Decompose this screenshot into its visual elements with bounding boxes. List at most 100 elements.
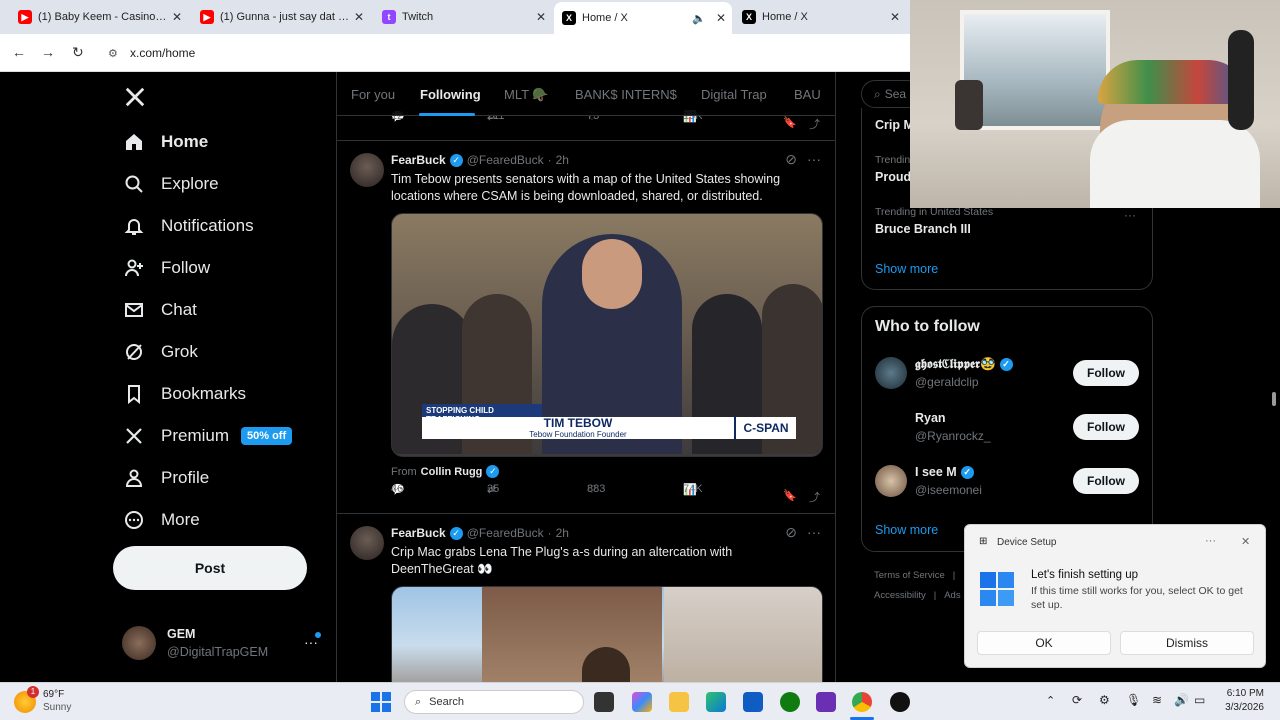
share-icon[interactable]: ⤴ [809, 116, 820, 132]
start-icon[interactable] [370, 691, 392, 713]
tray-icon[interactable]: ⚙ [1099, 693, 1110, 707]
grok-icon[interactable]: ⊘ [785, 151, 797, 168]
tab-bau[interactable]: BAU [794, 87, 821, 102]
ok-button[interactable]: OK [977, 631, 1111, 655]
tab-mlt[interactable]: MLT 🪖 [504, 87, 549, 103]
scrollbar-thumb[interactable] [1272, 392, 1276, 406]
tab-digital-trap[interactable]: Digital Trap [701, 87, 767, 102]
close-icon[interactable]: ✕ [354, 10, 364, 24]
x-logo[interactable] [124, 86, 146, 108]
microphone-icon[interactable]: 🎙 [1126, 693, 1141, 707]
trend-item[interactable]: Bruce Branch III [875, 222, 971, 236]
more-icon[interactable]: ··· [1205, 535, 1216, 547]
nav-notifications[interactable]: Notifications [124, 216, 254, 236]
scrollbar[interactable] [1268, 210, 1280, 682]
tweet[interactable]: FearBuck ✓ @FearedBuck · 2h ⊘ ··· Crip M… [337, 514, 835, 682]
close-icon[interactable]: ✕ [1241, 535, 1250, 548]
taskbar-search[interactable]: ⌕ Search [404, 690, 584, 714]
battery-icon[interactable]: ▭ [1194, 693, 1205, 707]
avatar[interactable] [350, 153, 384, 187]
nav-follow[interactable]: Follow [124, 258, 210, 278]
xbox-icon[interactable] [780, 692, 800, 712]
notification-body: If this time still works for you, select… [1031, 585, 1243, 611]
follow-button[interactable]: Follow [1073, 468, 1139, 494]
tweet-video[interactable] [391, 586, 823, 682]
tweet-video[interactable]: STOPPING CHILD TRAFFICKING TIM TEBOW Teb… [391, 213, 823, 457]
avatar[interactable] [875, 465, 907, 497]
task-view-icon[interactable] [594, 692, 614, 712]
weather-badge: 1 [27, 686, 39, 698]
more-icon[interactable]: ··· [1124, 208, 1136, 222]
back-arrow-icon[interactable]: ← [12, 44, 26, 60]
edge-icon[interactable] [706, 692, 726, 712]
nav-profile[interactable]: Profile [124, 468, 209, 488]
site-info-icon[interactable]: ⚙ [108, 47, 118, 60]
obs-icon[interactable] [890, 692, 910, 712]
follow-button[interactable]: Follow [1073, 414, 1139, 440]
copilot-icon[interactable] [632, 692, 652, 712]
trends-show-more[interactable]: Show more [875, 262, 938, 276]
more-icon[interactable]: ··· [807, 524, 821, 540]
tweet[interactable]: FearBuck ✓ @FearedBuck · 2h ⊘ ··· Tim Te… [337, 140, 835, 514]
avatar[interactable] [350, 526, 384, 560]
more-icon[interactable]: ··· [807, 151, 821, 167]
close-icon[interactable]: ✕ [536, 10, 546, 24]
suggested-user-name[interactable]: 𝖌𝖍𝖔𝖘𝖙ℭ𝖑𝖎𝖕𝖕𝖊𝖗🥸 ✓ [915, 357, 1013, 372]
post-button[interactable]: Post [113, 546, 307, 590]
follow-button[interactable]: Follow [1073, 360, 1139, 386]
share-icon[interactable]: ⤴ [809, 489, 820, 505]
speaker-icon[interactable]: 🔊 [1174, 693, 1189, 707]
bookmark-icon[interactable]: 🔖 [783, 489, 797, 502]
chyron-top: STOPPING CHILD TRAFFICKING [422, 404, 542, 424]
tab-for-you[interactable]: For you [351, 87, 395, 102]
verified-icon: ✓ [449, 526, 463, 540]
webcam-overlay [910, 0, 1280, 208]
nav-more[interactable]: More [124, 510, 200, 530]
nav-explore[interactable]: Explore [124, 174, 219, 194]
url-input[interactable]: ⚙ x.com/home [100, 40, 900, 66]
nav-premium[interactable]: Premium 50% off [124, 426, 293, 446]
nav-grok[interactable]: Grok [124, 342, 198, 362]
verified-icon: ✓ [486, 465, 500, 478]
forward-arrow-icon[interactable]: → [41, 44, 55, 60]
browser-tab-1[interactable]: ▶ (1) Baby Keem - Casino (INS ✕ [10, 4, 188, 30]
browser-tab-5[interactable]: X Home / X ✕ [734, 4, 906, 30]
close-icon[interactable]: ✕ [172, 10, 182, 24]
chevron-up-icon[interactable]: ⌃ [1046, 694, 1055, 707]
tab-following[interactable]: Following [420, 87, 481, 102]
wifi-icon[interactable]: ≋ [1152, 693, 1162, 707]
footer-links: Terms of Service | [874, 570, 956, 581]
clock-date[interactable]: 3/3/2026 [1212, 702, 1264, 713]
store-icon[interactable] [743, 692, 763, 712]
clock-time[interactable]: 6:10 PM [1218, 688, 1264, 699]
avatar[interactable] [122, 626, 156, 660]
suggested-user-name[interactable]: I see M ✓ [915, 465, 974, 479]
file-explorer-icon[interactable] [669, 692, 689, 712]
weather-temp[interactable]: 69°F [43, 689, 64, 700]
prev-tweet-actions: 💬 12 ⇄ 211 ♡ 73 📊 13K 🔖 ⤴ [391, 110, 820, 132]
close-icon[interactable]: ✕ [890, 10, 900, 24]
chrome-icon[interactable] [852, 692, 872, 712]
reload-icon[interactable]: ↻ [72, 44, 84, 61]
suggested-user-name[interactable]: Ryan [915, 411, 946, 425]
dismiss-button[interactable]: Dismiss [1120, 631, 1254, 655]
app-icon[interactable] [816, 692, 836, 712]
close-icon[interactable]: ✕ [716, 11, 726, 25]
nav-chat[interactable]: Chat [124, 300, 197, 320]
who-show-more[interactable]: Show more [875, 523, 938, 537]
grok-icon[interactable]: ⊘ [785, 524, 797, 541]
nav-bookmarks[interactable]: Bookmarks [124, 384, 246, 404]
bookmark-icon[interactable]: 🔖 [783, 116, 797, 129]
browser-tab-3[interactable]: t Twitch ✕ [374, 4, 552, 30]
avatar[interactable] [875, 357, 907, 389]
device-setup-notification: ⊞ Device Setup ··· ✕ Let's finish settin… [964, 524, 1266, 668]
trend-item[interactable]: Proud [875, 170, 911, 184]
trend-item[interactable]: Crip M [875, 118, 914, 132]
speaker-icon[interactable]: 🔈 [692, 12, 706, 25]
tab-banks-interns[interactable]: BANK$ INTERN$ [575, 87, 677, 102]
browser-tab-2[interactable]: ▶ (1) Gunna - just say dat [Off ✕ [192, 4, 370, 30]
nav-home[interactable]: Home [124, 132, 208, 152]
browser-tab-4[interactable]: X Home / X 🔈 ✕ [554, 2, 732, 34]
account-name: GEM [167, 627, 196, 641]
tray-icon[interactable]: ⟳ [1072, 693, 1082, 707]
